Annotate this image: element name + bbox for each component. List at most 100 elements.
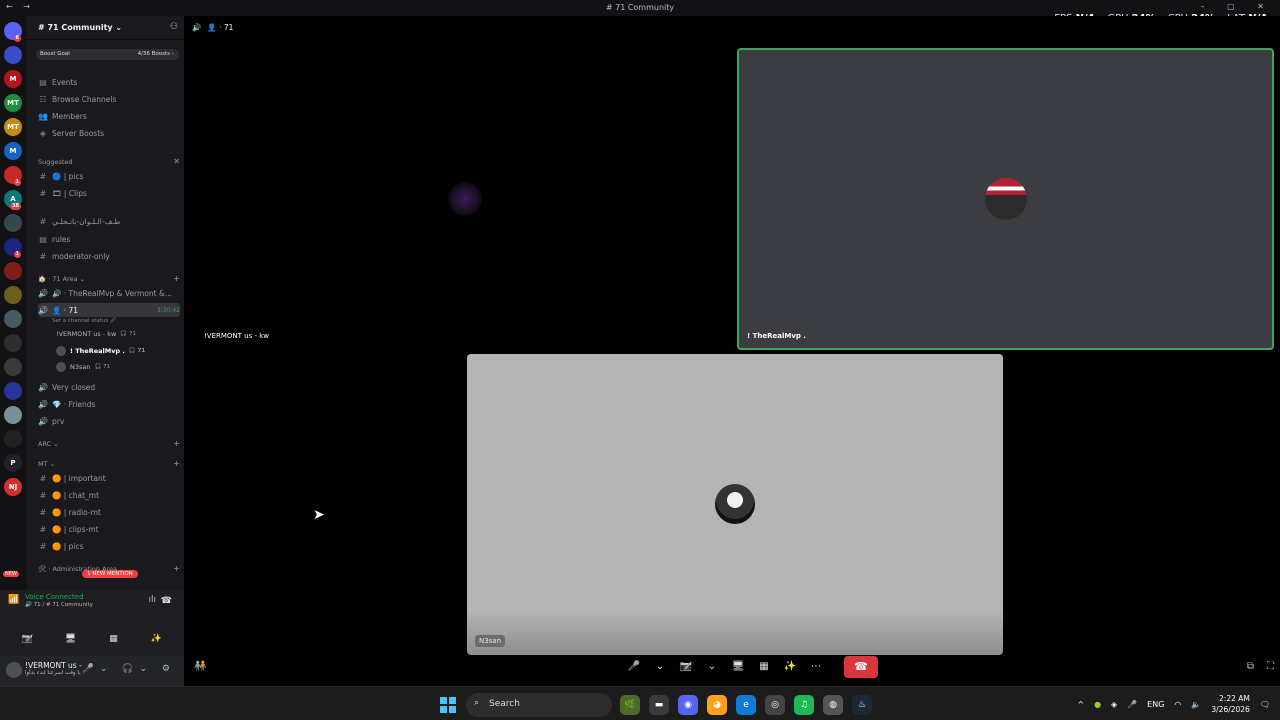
taskbar-app-icon[interactable]: ♫ [794, 695, 814, 715]
channel-pics-mt[interactable]: # 🟠 | pics [38, 539, 180, 553]
server-icon[interactable] [4, 310, 22, 328]
server-icon[interactable]: MT [4, 94, 22, 112]
language-indicator[interactable]: ENG [1147, 700, 1164, 709]
server-name[interactable]: # 71 Community ⌄ [38, 23, 122, 32]
activities-button[interactable]: ▦ [96, 634, 132, 648]
chevron-down-icon[interactable]: ⌄ [702, 656, 722, 678]
invite-icon[interactable]: ⚇ [170, 22, 178, 32]
category-71-area[interactable]: 🏠 · 71 Area ⌄ + [38, 274, 180, 283]
category-arc[interactable]: ARC ⌄ + [38, 439, 180, 448]
menu-members[interactable]: 👥 Members [38, 109, 180, 123]
voice-channel-path[interactable]: 🔊 71 / # 71 Community [25, 602, 93, 608]
voice-user[interactable]: N3san 🎧 71 [56, 361, 110, 373]
channel-pics[interactable]: # 🔵 | pics [38, 169, 180, 183]
voice-channel-prv[interactable]: 🔊 prv [38, 414, 180, 428]
server-icon[interactable] [4, 286, 22, 304]
video-tile-vermont[interactable]: !VERMONT us - kw [196, 48, 734, 348]
chevron-down-icon[interactable]: ⌄ [650, 656, 670, 678]
server-icon[interactable] [4, 214, 22, 232]
close-icon[interactable]: ✕ [173, 157, 180, 166]
window-controls[interactable]: – ▢ ✕ [1201, 2, 1274, 11]
category-suggested[interactable]: Suggested ✕ [38, 157, 180, 166]
microphone-icon[interactable]: 🎤 [624, 656, 644, 678]
username[interactable]: !VERMONT us - [25, 661, 82, 670]
activities-icon[interactable]: ▦ [754, 656, 774, 678]
server-icon[interactable] [4, 46, 22, 64]
video-tile-n3san[interactable]: N3san [467, 354, 1003, 655]
avatar[interactable] [6, 662, 22, 678]
server-icon[interactable]: NJ [4, 478, 22, 496]
tray-app-icon[interactable]: ● [1094, 700, 1101, 709]
voice-channel-friends[interactable]: 🔊 💎 · Friends [38, 397, 180, 411]
category-mt[interactable]: MT ⌄ + [38, 459, 180, 468]
server-icon[interactable] [4, 430, 22, 448]
notification-icon[interactable]: 🗨 [1260, 700, 1270, 709]
camera-off-icon[interactable]: 📷̸ [676, 656, 696, 678]
channel-radio-mt[interactable]: # 🟠 | radio-mt [38, 505, 180, 519]
screen-share-button[interactable]: 🖥 [53, 634, 89, 648]
channel-important[interactable]: # 🟠 | important [38, 471, 180, 485]
channel-clips[interactable]: # 🎞 | Clips [38, 186, 180, 200]
server-icon[interactable] [4, 406, 22, 424]
voice-channel-71-active[interactable]: 🔊 👤 · 71 3:30:42 [38, 303, 180, 317]
boost-goal-bar[interactable]: Boost Goal 4/36 Boosts › [36, 49, 179, 60]
volume-icon[interactable]: 🔈 [1191, 700, 1201, 709]
video-tile-therealmvp[interactable]: ! TheRealMvp . [737, 48, 1274, 350]
server-header[interactable]: # 71 Community ⌄ ⚇ [26, 16, 184, 40]
server-icon[interactable]: M [4, 70, 22, 88]
server-icon[interactable] [4, 382, 22, 400]
popout-icon[interactable]: ⧉ [1247, 661, 1254, 672]
server-icon[interactable]: 1 [4, 238, 22, 258]
channel-rules[interactable]: ▤ rules [38, 232, 180, 246]
voice-channel-therealmvp[interactable]: 🔊 🔊 · TheRealMvp & Vermont &... [38, 286, 180, 300]
menu-server-boosts[interactable]: ◈ Server Boosts [38, 126, 180, 140]
tray-mic-icon[interactable]: 🎤 [1127, 700, 1137, 709]
voice-channel-very-closed[interactable]: 🔊 Very closed [38, 380, 180, 394]
add-channel-icon[interactable]: + [173, 459, 180, 468]
channel-status-hint[interactable]: Set a channel status 🖉 [52, 317, 116, 326]
menu-browse-channels[interactable]: ☷ Browse Channels [38, 92, 180, 106]
taskbar-app-icon[interactable]: 🌿 [620, 695, 640, 715]
menu-events[interactable]: ▤ Events [38, 75, 180, 89]
channel-clips-mt[interactable]: # 🟠 | clips-mt [38, 522, 180, 536]
server-icon[interactable]: 6 [4, 22, 22, 42]
server-icon[interactable]: M [4, 142, 22, 160]
server-icon[interactable] [4, 334, 22, 352]
tray-chevron-icon[interactable]: ^ [1077, 700, 1084, 709]
server-icon[interactable] [4, 358, 22, 376]
fullscreen-icon[interactable]: ⛶ [1267, 661, 1274, 672]
taskbar-app-icon[interactable]: ▬ [649, 695, 669, 715]
taskbar-app-icon[interactable]: ◕ [707, 695, 727, 715]
disconnect-icon[interactable]: ☎ [161, 596, 172, 606]
voice-user[interactable]: !VERMONT us - kw 🎧 71 [56, 328, 136, 340]
noise-suppression-icon[interactable]: ılı [148, 595, 156, 605]
add-channel-icon[interactable]: + [173, 439, 180, 448]
voice-user[interactable]: ! TheRealMvp . 🎧 71 [56, 345, 145, 357]
new-mention-pill[interactable]: 1 NEW MENTION [82, 570, 138, 578]
server-icon[interactable]: A 38 [4, 190, 22, 210]
taskbar-app-icon[interactable]: ♨ [852, 695, 872, 715]
screen-share-icon[interactable]: 🖥 [728, 656, 748, 678]
add-channel-icon[interactable]: + [173, 274, 180, 283]
add-channel-icon[interactable]: + [173, 564, 180, 573]
user-controls[interactable]: 🎤⌄ 🎧⌄ ⚙ [83, 664, 176, 674]
speaker-icon[interactable]: 🔊 [192, 23, 201, 32]
channel-chat-mt[interactable]: # 🟠 | chat_mt [38, 488, 180, 502]
taskbar-app-icon[interactable]: e [736, 695, 756, 715]
taskbar-search[interactable]: ⌕ Search [466, 693, 612, 717]
channel-arabic[interactable]: # طـف-الـلـوان-باتـحلـي [38, 214, 180, 228]
taskbar-app-icon[interactable]: ◎ [765, 695, 785, 715]
soundboard-button[interactable]: ✨ [139, 634, 175, 648]
server-icon[interactable]: 1 [4, 166, 22, 186]
clock[interactable]: 2:22 AM 3/26/2026 [1211, 693, 1249, 715]
end-call-button[interactable]: ☎ [844, 656, 878, 678]
start-button[interactable] [440, 697, 456, 713]
soundboard-icon[interactable]: ✨ [780, 656, 800, 678]
wifi-icon[interactable]: ◠ [1174, 700, 1181, 709]
voice-status[interactable]: Voice Connected [25, 593, 84, 601]
taskbar-app-icon[interactable]: ◉ [678, 695, 698, 715]
camera-button[interactable]: 📷̸ [10, 634, 46, 648]
server-icon[interactable]: MT [4, 118, 22, 136]
taskbar-app-icon[interactable]: ◍ [823, 695, 843, 715]
server-icon[interactable] [4, 262, 22, 280]
